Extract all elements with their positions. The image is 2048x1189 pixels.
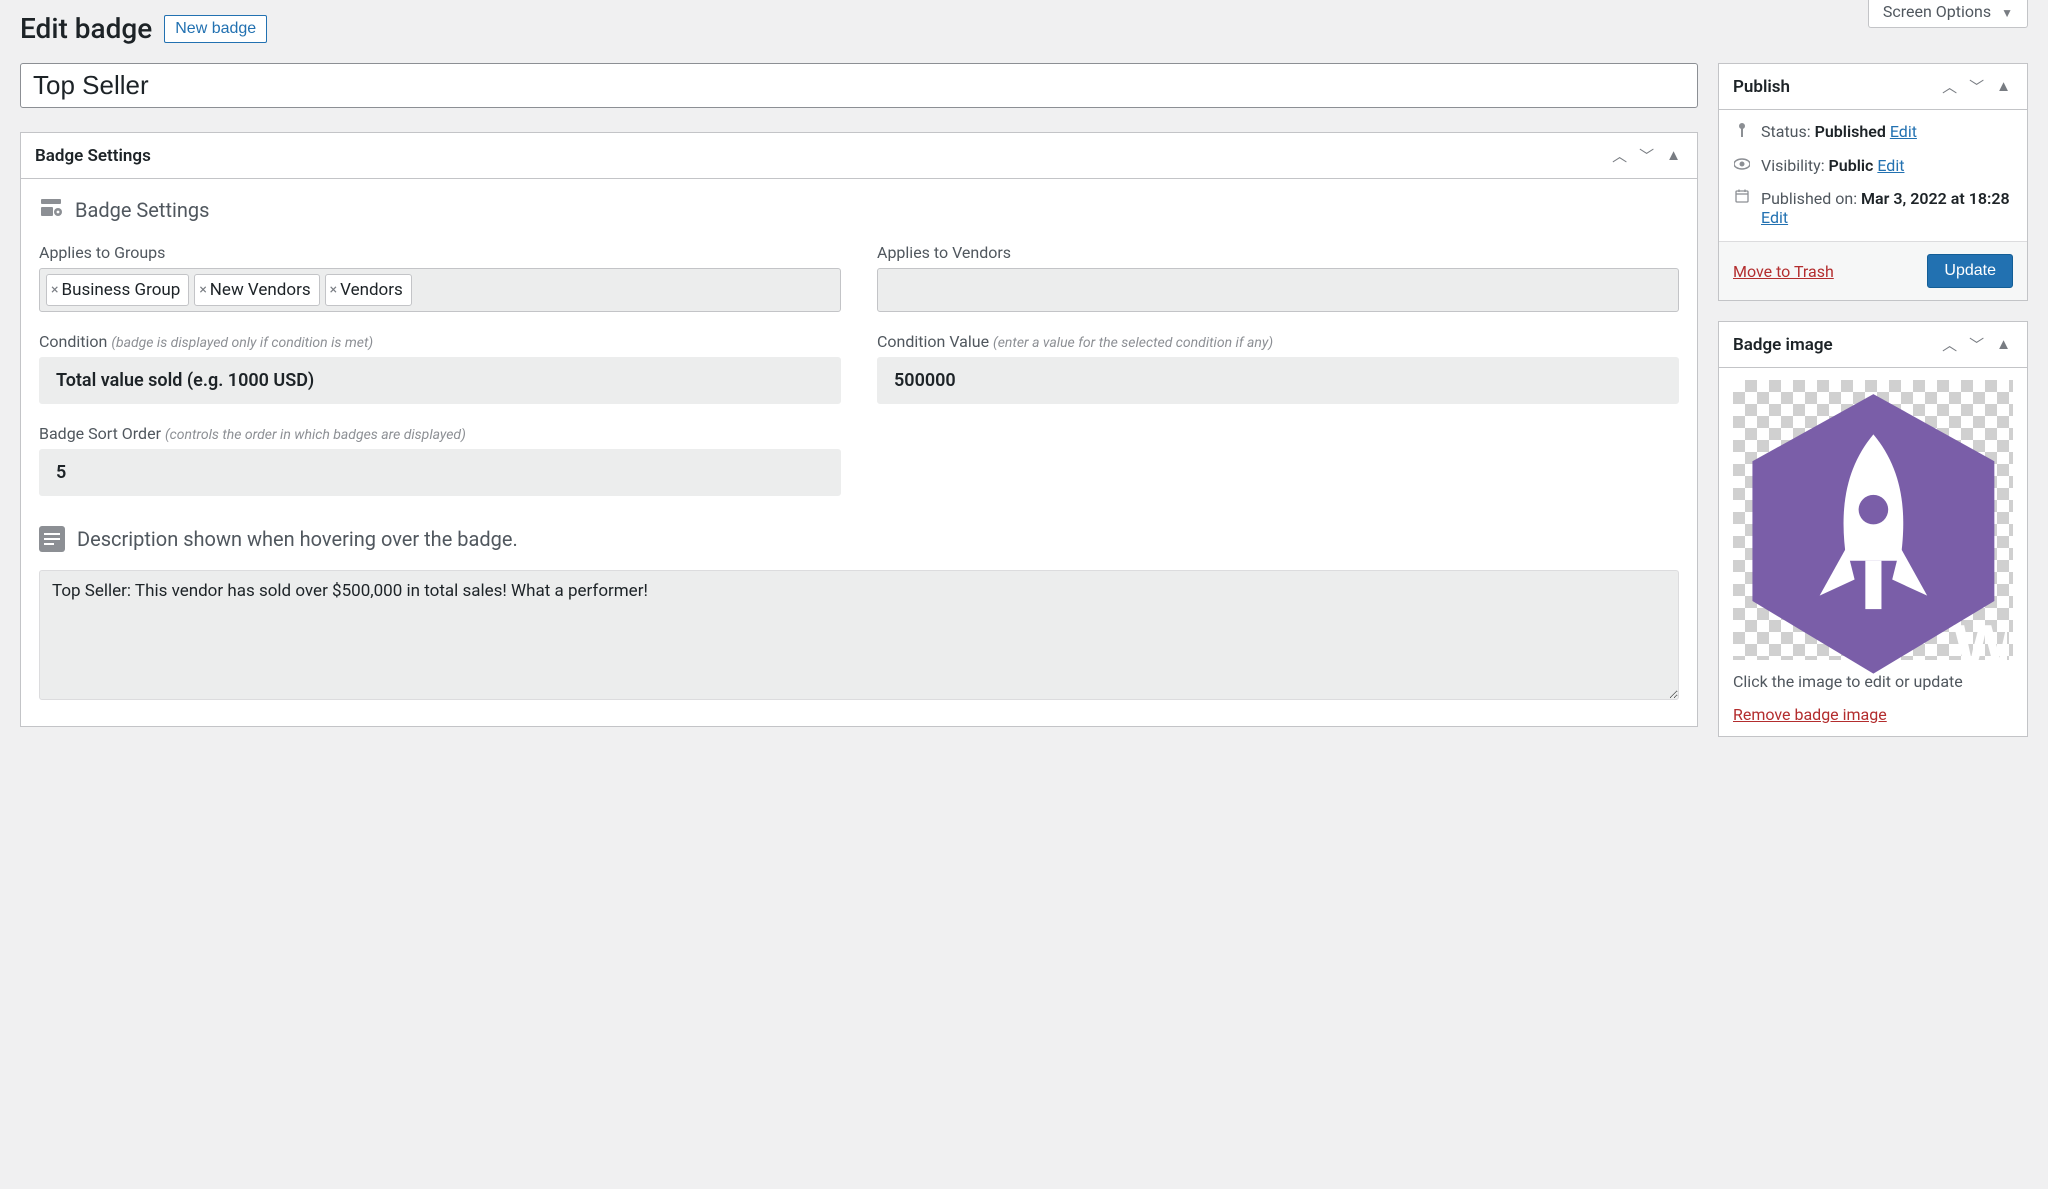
- svg-text:w: w: [1953, 596, 2008, 681]
- triangle-up-icon: ▲: [1996, 336, 2011, 353]
- settings-icon: [39, 195, 63, 225]
- applies-to-vendors-input[interactable]: [877, 268, 1679, 312]
- move-down-button[interactable]: ﹀: [1967, 332, 1986, 357]
- status-text: Status: Published Edit: [1761, 122, 1917, 141]
- move-down-button[interactable]: ﹀: [1637, 143, 1656, 168]
- triangle-up-icon: ▲: [1996, 78, 2011, 95]
- publish-title: Publish: [1733, 77, 1790, 97]
- condition-label: Condition (badge is displayed only if co…: [39, 332, 841, 351]
- collapse-button[interactable]: ▲: [1994, 332, 2013, 357]
- remove-badge-image-link[interactable]: Remove badge image: [1733, 705, 1887, 724]
- move-up-button[interactable]: ︿: [1940, 332, 1959, 357]
- move-up-button[interactable]: ︿: [1940, 74, 1959, 99]
- remove-token-icon[interactable]: ×: [51, 282, 58, 298]
- collapse-button[interactable]: ▲: [1994, 74, 2013, 99]
- badge-settings-heading: Badge Settings: [75, 198, 209, 222]
- page-title: Edit badge: [20, 12, 152, 45]
- sort-order-label: Badge Sort Order (controls the order in …: [39, 424, 841, 443]
- edit-status-link[interactable]: Edit: [1890, 122, 1917, 141]
- group-token[interactable]: ×Vendors: [325, 274, 412, 306]
- remove-token-icon[interactable]: ×: [199, 282, 206, 298]
- condition-value-label: Condition Value (enter a value for the s…: [877, 332, 1679, 351]
- visibility-text: Visibility: Public Edit: [1761, 156, 1904, 175]
- chevron-down-icon: ﹀: [1969, 337, 1984, 354]
- calendar-icon: [1733, 189, 1751, 207]
- collapse-button[interactable]: ▲: [1664, 143, 1683, 168]
- badge-title-input[interactable]: [20, 63, 1698, 108]
- edit-visibility-link[interactable]: Edit: [1877, 156, 1904, 175]
- condition-select[interactable]: Total value sold (e.g. 1000 USD): [39, 357, 841, 404]
- chevron-down-icon: ﹀: [1969, 79, 1984, 96]
- publish-panel: Publish ︿ ﹀ ▲ Status: Published Edit: [1718, 63, 2028, 301]
- badge-image-panel: Badge image ︿ ﹀ ▲ w: [1718, 321, 2028, 737]
- condition-value-input[interactable]: 500000: [877, 357, 1679, 404]
- screen-options-toggle[interactable]: Screen Options ▼: [1868, 0, 2028, 28]
- triangle-up-icon: ▲: [1666, 147, 1681, 164]
- group-token[interactable]: ×New Vendors: [194, 274, 319, 306]
- move-to-trash-link[interactable]: Move to Trash: [1733, 262, 1834, 281]
- badge-settings-panel: Badge Settings ︿ ﹀ ▲ Badge Settings Appl…: [20, 132, 1698, 727]
- chevron-up-icon: ︿: [1942, 337, 1957, 354]
- description-textarea[interactable]: Top Seller: This vendor has sold over $5…: [39, 570, 1679, 700]
- chevron-down-icon: ﹀: [1639, 148, 1654, 165]
- badge-image-preview[interactable]: w: [1733, 380, 2013, 660]
- badge-image-title: Badge image: [1733, 335, 1833, 355]
- edit-date-link[interactable]: Edit: [1761, 208, 1788, 227]
- chevron-up-icon: ︿: [1612, 148, 1627, 165]
- rocket-badge-icon: w: [1739, 386, 2008, 682]
- eye-icon: [1733, 156, 1751, 174]
- move-down-button[interactable]: ﹀: [1967, 74, 1986, 99]
- new-badge-button[interactable]: New badge: [164, 15, 267, 43]
- applies-to-groups-label: Applies to Groups: [39, 243, 841, 262]
- move-up-button[interactable]: ︿: [1610, 143, 1629, 168]
- applies-to-groups-input[interactable]: ×Business Group ×New Vendors ×Vendors: [39, 268, 841, 312]
- applies-to-vendors-label: Applies to Vendors: [877, 243, 1679, 262]
- chevron-up-icon: ︿: [1942, 79, 1957, 96]
- pin-icon: [1733, 122, 1751, 142]
- sort-order-input[interactable]: 5: [39, 449, 841, 496]
- description-heading: Description shown when hovering over the…: [77, 527, 518, 551]
- remove-token-icon[interactable]: ×: [330, 282, 337, 298]
- chevron-down-icon: ▼: [2001, 6, 2013, 20]
- description-icon: [39, 526, 65, 552]
- group-token[interactable]: ×Business Group: [46, 274, 189, 306]
- published-text: Published on: Mar 3, 2022 at 18:28 Edit: [1761, 189, 2010, 227]
- update-button[interactable]: Update: [1927, 254, 2013, 288]
- screen-options-label: Screen Options: [1883, 2, 1991, 21]
- badge-settings-title: Badge Settings: [35, 146, 151, 166]
